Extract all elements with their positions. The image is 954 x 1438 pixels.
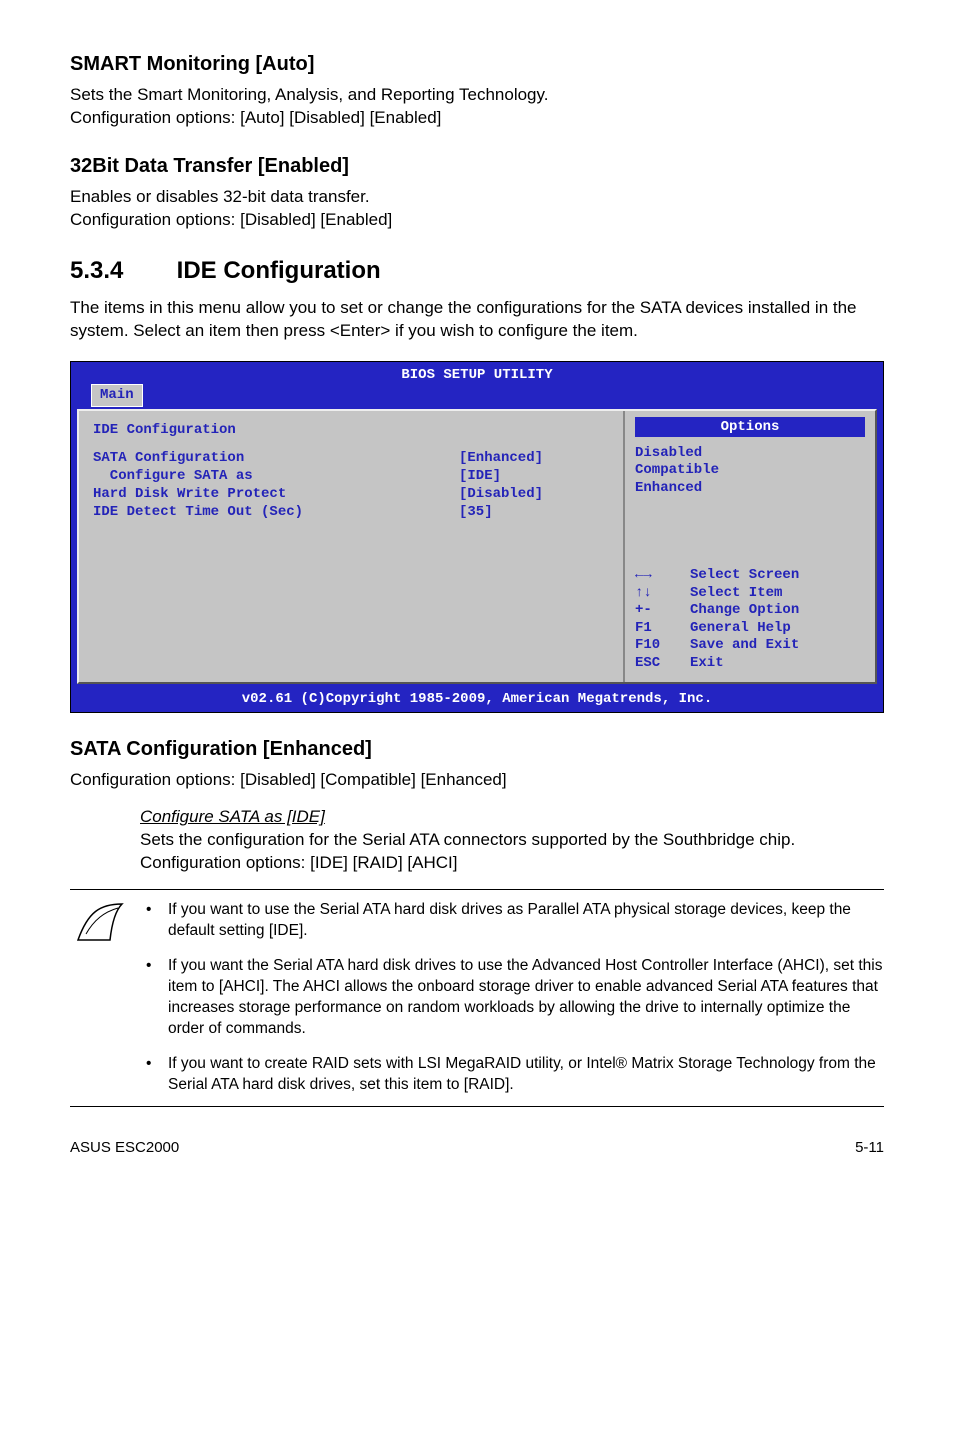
- footer-left: ASUS ESC2000: [70, 1137, 179, 1158]
- note-item: If you want to create RAID sets with LSI…: [140, 1054, 884, 1096]
- bios-row-value: [Enhanced]: [459, 449, 609, 467]
- bios-title: BIOS SETUP UTILITY: [401, 366, 552, 384]
- bios-help-key: ESC: [635, 655, 690, 673]
- bios-help-text: Select Screen: [690, 567, 799, 585]
- paragraph-smart-monitoring: Sets the Smart Monitoring, Analysis, and…: [70, 84, 884, 130]
- bios-footer: v02.61 (C)Copyright 1985-2009, American …: [71, 688, 883, 712]
- bios-option[interactable]: Enhanced: [635, 480, 865, 498]
- bios-left-pane: IDE Configuration SATA Configuration[Enh…: [79, 411, 625, 683]
- bios-help-text: Select Item: [690, 585, 782, 603]
- spacer: [93, 439, 609, 449]
- bios-row[interactable]: Configure SATA as[IDE]: [93, 467, 609, 485]
- bios-options-list: Disabled Compatible Enhanced: [635, 445, 865, 498]
- bios-row-label: SATA Configuration: [93, 449, 459, 467]
- text-line: Enables or disables 32-bit data transfer…: [70, 187, 370, 206]
- paragraph-sata-config: Configuration options: [Disabled] [Compa…: [70, 769, 884, 792]
- footer-right: 5-11: [855, 1137, 884, 1158]
- bios-help: ←→Select Screen ↑↓Select Item +-Change O…: [635, 567, 865, 672]
- bios-help-row: ↑↓Select Item: [635, 585, 865, 603]
- bios-help-row: F1General Help: [635, 620, 865, 638]
- bios-option[interactable]: Compatible: [635, 462, 865, 480]
- bios-row-value: [IDE]: [459, 467, 609, 485]
- bios-help-key: F1: [635, 620, 690, 638]
- bios-help-row: ←→Select Screen: [635, 567, 865, 585]
- bios-panel-heading-row: IDE Configuration: [93, 421, 609, 439]
- bios-help-key: +-: [635, 602, 690, 620]
- note-box: If you want to use the Serial ATA hard d…: [70, 889, 884, 1106]
- bios-panel-heading: IDE Configuration: [93, 421, 609, 439]
- bios-right-pane: Options Disabled Compatible Enhanced ←→S…: [625, 411, 875, 683]
- text-line: Configuration options: [Disabled] [Enabl…: [70, 210, 392, 229]
- bios-help-row: +-Change Option: [635, 602, 865, 620]
- heading-ide-configuration: 5.3.4 IDE Configuration: [70, 254, 884, 288]
- subsection-configure-sata: Configure SATA as [IDE] Sets the configu…: [140, 806, 884, 875]
- bios-row-label: Configure SATA as: [93, 467, 459, 485]
- note-item: If you want the Serial ATA hard disk dri…: [140, 956, 884, 1040]
- section-title: IDE Configuration: [177, 257, 381, 284]
- bios-tabrow: Main: [71, 384, 883, 406]
- paragraph-32bit: Enables or disables 32-bit data transfer…: [70, 186, 884, 232]
- bios-titlebar: BIOS SETUP UTILITY: [71, 362, 883, 384]
- bios-help-text: Save and Exit: [690, 637, 799, 655]
- bios-help-key: ↑↓: [635, 585, 690, 603]
- bios-row[interactable]: SATA Configuration[Enhanced]: [93, 449, 609, 467]
- note-icon: [76, 902, 124, 942]
- bios-row-value: [Disabled]: [459, 485, 609, 503]
- note-bullet-list: If you want to use the Serial ATA hard d…: [140, 900, 884, 1095]
- text-line: Sets the Smart Monitoring, Analysis, and…: [70, 85, 548, 104]
- bios-options-header: Options: [635, 417, 865, 437]
- bios-panel: BIOS SETUP UTILITY Main IDE Configuratio…: [70, 361, 884, 713]
- section-number: 5.3.4: [70, 254, 170, 288]
- note-icon-column: [70, 900, 140, 949]
- bios-help-row: F10Save and Exit: [635, 637, 865, 655]
- bios-row-label: Hard Disk Write Protect: [93, 485, 459, 503]
- bios-help-text: Exit: [690, 655, 724, 673]
- subsection-heading: Configure SATA as [IDE]: [140, 807, 325, 826]
- bios-tab-main[interactable]: Main: [91, 384, 143, 406]
- heading-sata-config: SATA Configuration [Enhanced]: [70, 735, 884, 763]
- bios-row[interactable]: Hard Disk Write Protect[Disabled]: [93, 485, 609, 503]
- subsection-text: Sets the configuration for the Serial AT…: [140, 830, 795, 872]
- heading-smart-monitoring: SMART Monitoring [Auto]: [70, 50, 884, 78]
- bios-help-row: ESCExit: [635, 655, 865, 673]
- page-footer: ASUS ESC2000 5-11: [70, 1137, 884, 1158]
- bios-help-text: Change Option: [690, 602, 799, 620]
- heading-32bit: 32Bit Data Transfer [Enabled]: [70, 152, 884, 180]
- bios-option[interactable]: Disabled: [635, 445, 865, 463]
- bios-content: IDE Configuration SATA Configuration[Enh…: [77, 409, 877, 685]
- text-line: Configuration options: [Auto] [Disabled]…: [70, 108, 441, 127]
- bios-row-value: [35]: [459, 503, 609, 521]
- paragraph-ide-intro: The items in this menu allow you to set …: [70, 297, 884, 343]
- bios-help-text: General Help: [690, 620, 791, 638]
- bios-help-key: ←→: [635, 567, 690, 585]
- bios-help-key: F10: [635, 637, 690, 655]
- note-item: If you want to use the Serial ATA hard d…: [140, 900, 884, 942]
- bios-row[interactable]: IDE Detect Time Out (Sec)[35]: [93, 503, 609, 521]
- bios-row-label: IDE Detect Time Out (Sec): [93, 503, 459, 521]
